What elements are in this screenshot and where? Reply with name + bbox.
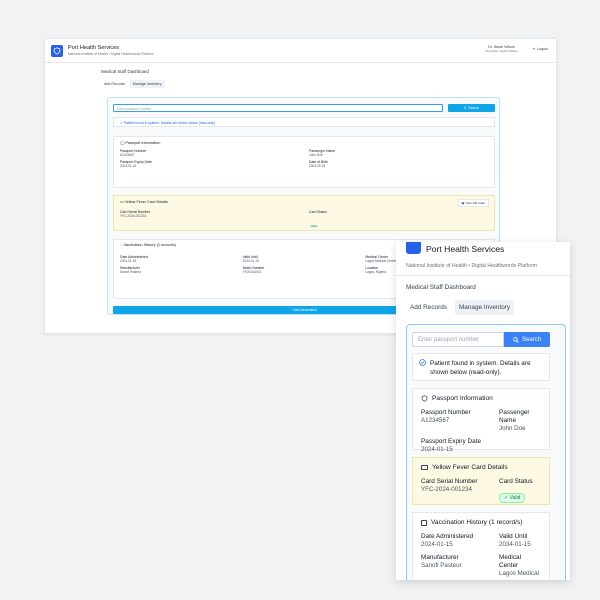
app-subtitle: National Institute of Health • Digital H…: [68, 51, 154, 56]
view-qr-button[interactable]: ▦ View QR Code: [457, 199, 489, 207]
mobile-tab-bar: Add Records Manage Inventory: [406, 300, 515, 315]
tab-add-records[interactable]: Add Records: [101, 80, 128, 88]
user-role: Physician/ Health Officer: [485, 49, 518, 53]
tab-add-records[interactable]: Add Records: [406, 300, 451, 315]
status-badge: ✓ Valid: [499, 493, 526, 503]
passport-search-input[interactable]: Enter passport number: [412, 332, 504, 347]
card-serial: YFC-2024-001234: [120, 214, 147, 218]
passport-number: A1234567: [120, 153, 135, 157]
search-button[interactable]: Search: [504, 332, 550, 347]
card-serial: YFC-2024-001234: [421, 486, 472, 493]
status-badge: Valid: [309, 225, 319, 228]
passport-expiry: 2024-01-15: [120, 164, 137, 168]
passport-number: A1234567: [421, 417, 450, 424]
logout-icon: ⇥: [531, 47, 535, 51]
shield-logo-icon: [51, 44, 63, 57]
mobile-app-title: Port Health Services: [426, 244, 505, 254]
syringe-icon: [421, 519, 427, 526]
logout-button[interactable]: ⇥ Logout: [532, 47, 548, 51]
passport-expiry: 2024-01-15: [421, 446, 453, 453]
tab-manage-inventory[interactable]: Manage Inventory: [129, 80, 165, 88]
passport-section: Passport Information Passport Number A123…: [412, 388, 550, 453]
mobile-screenshot: Port Health Services National Institute …: [396, 242, 570, 580]
app-title: Port Health Services: [68, 44, 119, 51]
search-button[interactable]: ⚲ Search: [448, 104, 495, 112]
shield-logo-icon: [406, 242, 421, 254]
found-message: Patient found in system. Details are sho…: [412, 353, 550, 381]
passenger-name: John Doe: [309, 153, 323, 157]
search-icon: ⚲: [463, 106, 467, 110]
vaccination-section: Vaccination History (1 record/s) Date Ad…: [412, 512, 550, 580]
found-message: ✓ Patient found in system. Details are s…: [113, 117, 495, 127]
page-title: Medical Staff Dashboard: [101, 69, 149, 74]
app-header: Port Health Services National Institute …: [45, 39, 556, 63]
passenger-name: John Doe: [499, 425, 526, 432]
shield-icon: [421, 395, 428, 402]
passport-search-input[interactable]: Enter passport number: [113, 104, 443, 112]
card-icon: [421, 465, 428, 470]
search-icon: [513, 336, 519, 343]
tab-bar: Add Records Manage Inventory: [101, 80, 165, 88]
mobile-header: Port Health Services National Institute …: [396, 242, 570, 276]
mobile-app-subtitle: National Institute of Health • Digital H…: [406, 263, 537, 269]
check-circle-icon: [419, 359, 426, 366]
yellow-fever-section: Yellow Fever Card Details Card Serial Nu…: [412, 457, 550, 505]
mobile-records-panel: Enter passport number Search Patient fou…: [406, 324, 566, 580]
date-of-birth: 2000-05-15: [309, 164, 326, 168]
yellow-fever-section: ▭ Yellow Fever Card Details ▦ View QR Co…: [113, 195, 495, 231]
user-info: Dr. Sarah Wilson Physician/ Health Offic…: [485, 45, 518, 53]
tab-manage-inventory[interactable]: Manage Inventory: [454, 300, 515, 315]
passport-section: ◯ Passport Information Passport Number A1…: [113, 136, 495, 188]
mobile-page-title: Medical Staff Dashboard: [406, 284, 476, 291]
